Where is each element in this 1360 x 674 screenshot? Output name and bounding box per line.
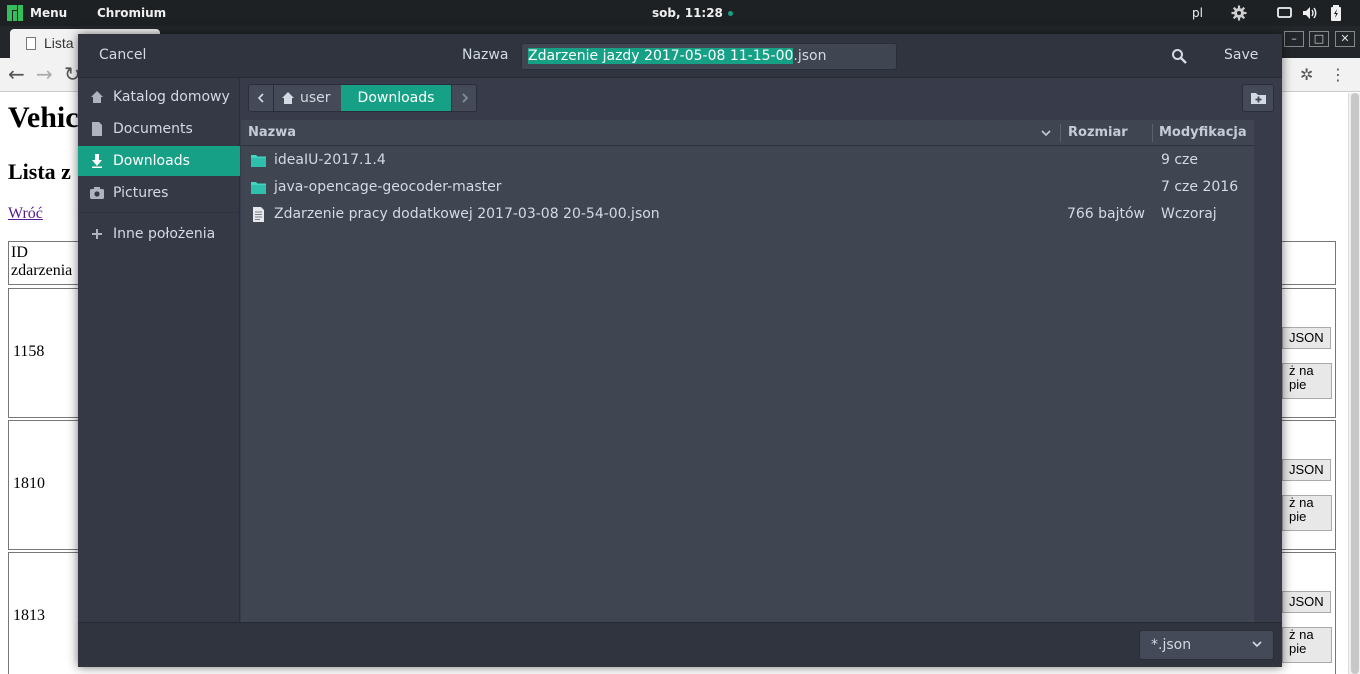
row-id: 1158 (13, 343, 45, 360)
map-button[interactable]: ż na pie (1282, 363, 1332, 399)
file-size: 766 bajtów (1066, 206, 1145, 222)
file-name: Zdarzenie pracy dodatkowej 2017-03-08 20… (274, 206, 660, 222)
page-scrollbar[interactable] (1348, 93, 1360, 674)
chevron-left-icon (257, 93, 264, 103)
file-row[interactable]: ideaIU-2017.1.4 9 cze (241, 147, 1254, 174)
file-browser-pane: user Downloads Nazwa Rozmiar Modyfikacja (241, 78, 1282, 622)
keyboard-layout[interactable]: pl (1192, 0, 1203, 26)
new-folder-icon (1251, 93, 1266, 104)
plus-icon (92, 229, 102, 239)
settings-gear-icon[interactable] (1231, 5, 1247, 21)
menu-kebab-icon[interactable]: ⋮ (1330, 65, 1346, 84)
file-list: Nazwa Rozmiar Modyfikacja ideaIU-2017.1.… (241, 120, 1254, 622)
places-sidebar: Katalog domowy Documents Downloads Pictu… (78, 78, 240, 622)
sidebar-item-label: Pictures (113, 185, 169, 201)
save-button[interactable]: Save (1224, 47, 1258, 63)
chevron-right-icon (462, 93, 469, 103)
file-row[interactable]: java-opencage-geocoder-master 7 cze 2016 (241, 174, 1254, 201)
cancel-button[interactable]: Cancel (99, 47, 146, 63)
menu-button[interactable]: Menu (30, 0, 67, 26)
sidebar-item-label: Documents (113, 121, 193, 137)
file-list-header: Nazwa Rozmiar Modyfikacja (241, 120, 1254, 146)
notification-dot-icon (727, 11, 733, 16)
sidebar-item-other-locations[interactable]: Inne położenia (78, 219, 240, 249)
path-segment-label: user (300, 90, 331, 106)
sort-descending-icon[interactable] (1041, 129, 1051, 137)
path-forward-button[interactable] (451, 85, 476, 111)
sidebar-separator (78, 212, 240, 213)
download-icon (92, 154, 102, 168)
json-button[interactable]: JSON (1282, 591, 1331, 613)
row-id: 1813 (13, 607, 45, 624)
sidebar-item-downloads[interactable]: Downloads (78, 146, 240, 176)
file-modified: 7 cze 2016 (1161, 179, 1239, 195)
path-segment-downloads[interactable]: Downloads (341, 85, 451, 111)
page-favicon-icon (26, 37, 36, 50)
volume-icon[interactable] (1302, 5, 1318, 21)
page-subheading: Lista z (8, 159, 71, 184)
map-button[interactable]: ż na pie (1282, 627, 1332, 663)
maximize-window-button[interactable]: □ (1309, 31, 1329, 47)
document-icon (92, 122, 102, 136)
file-name: ideaIU-2017.1.4 (274, 152, 386, 168)
path-segment-user[interactable]: user (274, 85, 341, 111)
sidebar-item-label: Downloads (113, 153, 190, 169)
file-type-filter-dropdown[interactable]: *.json (1139, 630, 1274, 660)
map-button[interactable]: ż na pie (1282, 495, 1332, 531)
filename-input[interactable]: Zdarzenie jazdy 2017-05-08 11-15-00.json (521, 43, 897, 70)
system-panel: Menu Chromium sob, 11:28 pl (0, 0, 1360, 26)
path-back-button[interactable] (249, 85, 274, 111)
file-modified: 9 cze (1161, 152, 1199, 168)
sidebar-item-documents[interactable]: Documents (78, 114, 240, 144)
folder-icon (251, 182, 266, 194)
forward-arrow-icon[interactable]: → (36, 62, 53, 86)
close-window-button[interactable]: ✕ (1335, 31, 1355, 47)
new-folder-button[interactable] (1242, 84, 1274, 112)
filename-label: Nazwa (462, 47, 509, 63)
column-name-header[interactable]: Nazwa (248, 120, 296, 146)
dialog-footer: *.json (78, 622, 1282, 667)
extension-icon[interactable]: ✲ (1300, 65, 1313, 84)
sidebar-item-label: Katalog domowy (113, 89, 230, 105)
filter-value: *.json (1151, 637, 1192, 653)
save-file-dialog: Cancel Nazwa Zdarzenie jazdy 2017-05-08 … (78, 34, 1282, 667)
search-icon[interactable] (1171, 48, 1187, 64)
clock-text: sob, 11:28 (652, 6, 723, 20)
page-heading: Vehic (8, 101, 79, 134)
json-button[interactable]: JSON (1282, 327, 1331, 349)
home-icon (282, 92, 294, 104)
minimize-window-button[interactable]: – (1284, 31, 1304, 47)
sidebar-item-pictures[interactable]: Pictures (78, 178, 240, 208)
file-modified: Wczoraj (1161, 206, 1217, 222)
column-size-header[interactable]: Rozmiar (1068, 120, 1128, 146)
filename-extension-text: .json (793, 48, 827, 64)
folder-icon (251, 155, 266, 167)
chevron-down-icon (1252, 641, 1262, 648)
column-modified-header[interactable]: Modyfikacja (1159, 120, 1247, 146)
file-list-scrollbar[interactable] (1254, 120, 1282, 622)
filename-selected-text: Zdarzenie jazdy 2017-05-08 11-15-00 (528, 48, 794, 64)
camera-icon (90, 187, 104, 199)
sidebar-item-home[interactable]: Katalog domowy (78, 82, 240, 112)
json-button[interactable]: JSON (1282, 459, 1331, 481)
back-link[interactable]: Wróć (8, 205, 43, 223)
table-header-id: ID zdarzenia (11, 244, 73, 279)
row-id: 1810 (13, 475, 45, 492)
tab-title: Lista (44, 35, 74, 51)
home-icon (91, 91, 103, 103)
manjaro-logo-icon[interactable] (7, 5, 23, 21)
file-name: java-opencage-geocoder-master (274, 179, 502, 195)
back-arrow-icon[interactable]: ← (8, 62, 25, 86)
dialog-header: Cancel Nazwa Zdarzenie jazdy 2017-05-08 … (78, 34, 1282, 78)
sidebar-item-label: Inne położenia (113, 226, 216, 242)
file-row[interactable]: Zdarzenie pracy dodatkowej 2017-03-08 20… (241, 201, 1254, 228)
text-file-icon (253, 207, 264, 222)
path-bar: user Downloads (248, 84, 477, 112)
screen-icon[interactable] (1277, 5, 1293, 21)
active-app-label[interactable]: Chromium (97, 0, 166, 26)
battery-icon[interactable] (1328, 5, 1344, 21)
clock[interactable]: sob, 11:28 (652, 0, 733, 26)
